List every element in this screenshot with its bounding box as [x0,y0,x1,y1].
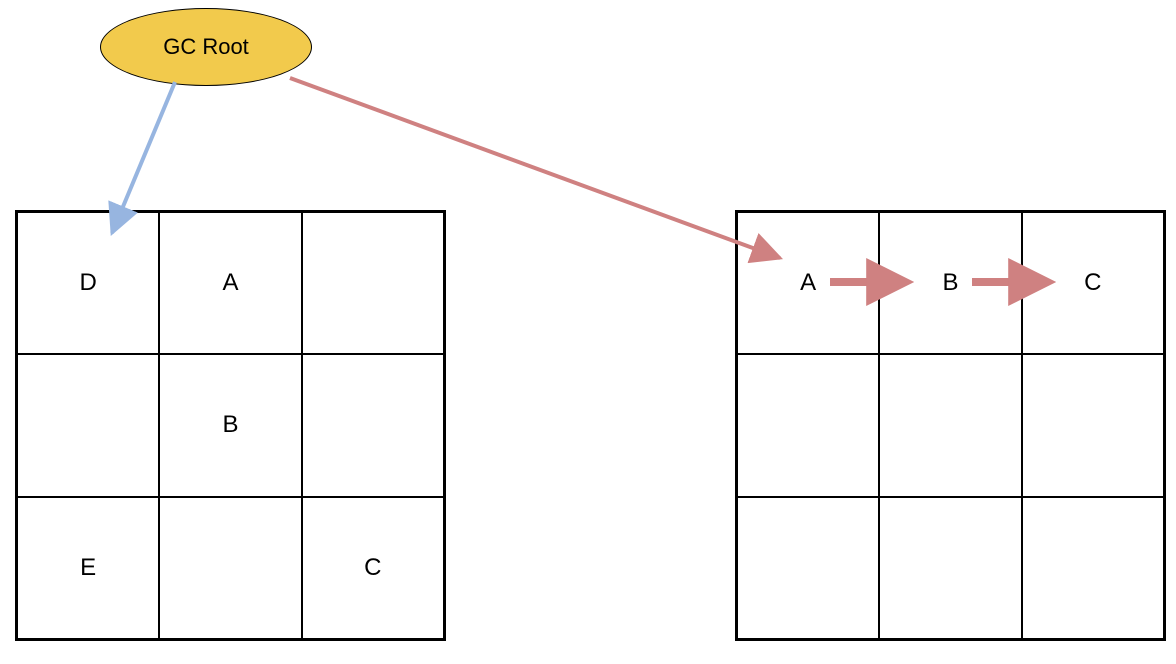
cell-label: B [222,411,238,439]
cell-label: C [1084,269,1101,297]
left-cell-2-1 [159,497,301,639]
cell-label: E [80,554,96,582]
right-cell-1-2 [1022,354,1164,496]
left-cell-0-2 [302,212,444,354]
diagram-canvas: GC Root D A B E C A B C [0,0,1176,664]
right-cell-0-0: A [737,212,879,354]
cell-label: D [79,269,96,297]
cell-label: A [800,269,816,297]
left-cell-2-2: C [302,497,444,639]
right-cell-0-2: C [1022,212,1164,354]
right-cell-2-1 [879,497,1021,639]
left-cell-1-0 [17,354,159,496]
left-cell-0-1: A [159,212,301,354]
left-cell-1-2 [302,354,444,496]
cell-label: B [942,269,958,297]
gc-root-node: GC Root [100,8,312,86]
left-memory-grid: D A B E C [15,210,446,641]
right-cell-2-0 [737,497,879,639]
cell-label: C [364,554,381,582]
right-memory-grid: A B C [735,210,1166,641]
left-cell-0-0: D [17,212,159,354]
cell-label: A [222,269,238,297]
right-cell-2-2 [1022,497,1164,639]
right-cell-0-1: B [879,212,1021,354]
gc-root-label: GC Root [163,34,249,60]
left-cell-2-0: E [17,497,159,639]
right-cell-1-0 [737,354,879,496]
right-cell-1-1 [879,354,1021,496]
left-cell-1-1: B [159,354,301,496]
